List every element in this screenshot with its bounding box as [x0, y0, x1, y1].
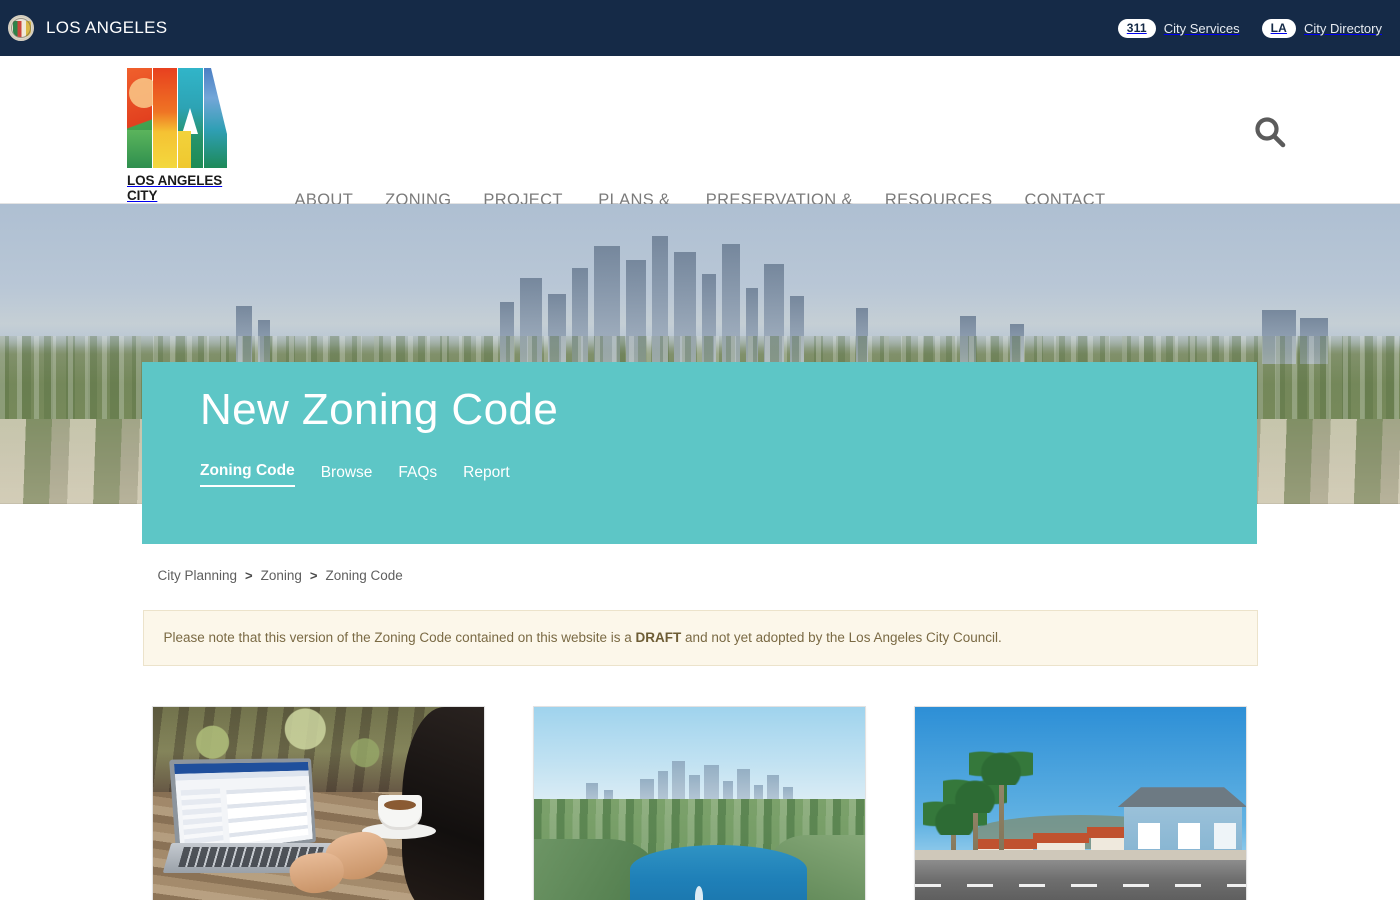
notice-text-after: and not yet adopted by the Los Angeles C… [681, 630, 1002, 645]
search-button[interactable] [1250, 112, 1290, 152]
breadcrumb-item-zoning-code: Zoning Code [325, 568, 403, 583]
tab-browse[interactable]: Browse [321, 464, 373, 487]
city-bar-links: 311 City Services LA City Directory [1117, 18, 1382, 38]
card-image-laptop-coffee [152, 707, 484, 900]
site-header: LOS ANGELES CITY PLANNING ABOUT ZONING P… [0, 56, 1400, 232]
city-directory-pill: LA [1261, 18, 1296, 38]
notice-text-before: Please note that this version of the Zon… [163, 630, 636, 645]
notice-emphasis-draft: DRAFT [635, 630, 682, 645]
breadcrumb-item-city-planning[interactable]: City Planning [158, 568, 238, 583]
card-image-residential-street [914, 707, 1246, 900]
card-item[interactable] [532, 706, 866, 900]
card-item[interactable] [913, 706, 1247, 900]
city-bar-title: LOS ANGELES [46, 18, 168, 37]
card-grid [143, 706, 1258, 900]
city-directory-label: City Directory [1303, 20, 1382, 36]
card-item[interactable] [151, 706, 485, 900]
city-services-link[interactable]: 311 City Services [1117, 18, 1240, 38]
hero-banner: New Zoning Code Zoning Code Browse FAQs … [0, 204, 1400, 504]
tab-zoning-code[interactable]: Zoning Code [200, 462, 295, 487]
city-top-bar: LOS ANGELES 311 City Services LA City Di… [0, 0, 1400, 56]
breadcrumb-separator: > [309, 568, 318, 583]
city-services-label: City Services [1163, 20, 1240, 36]
hero-panel: New Zoning Code Zoning Code Browse FAQs … [142, 362, 1257, 504]
city-services-pill: 311 [1117, 18, 1156, 38]
tab-report[interactable]: Report [463, 464, 510, 487]
draft-notice-banner: Please note that this version of the Zon… [142, 610, 1258, 667]
search-icon [1255, 117, 1286, 148]
page-content: City Planning > Zoning > Zoning Code Ple… [0, 544, 1400, 900]
la-city-seal-icon [8, 15, 34, 41]
city-planning-logo-icon [127, 68, 227, 168]
breadcrumb: City Planning > Zoning > Zoning Code [143, 544, 1258, 583]
page-title: New Zoning Code [200, 385, 559, 434]
tab-faqs[interactable]: FAQs [398, 464, 437, 487]
card-image-echo-park-skyline [533, 707, 865, 900]
hero-panel-extension [142, 504, 1257, 544]
city-directory-link[interactable]: LA City Directory [1261, 18, 1382, 38]
breadcrumb-item-zoning[interactable]: Zoning [261, 568, 302, 583]
breadcrumb-separator: > [245, 568, 253, 583]
hero-panel-extension-row [0, 504, 1400, 544]
hero-tabs: Zoning Code Browse FAQs Report [200, 462, 1257, 487]
